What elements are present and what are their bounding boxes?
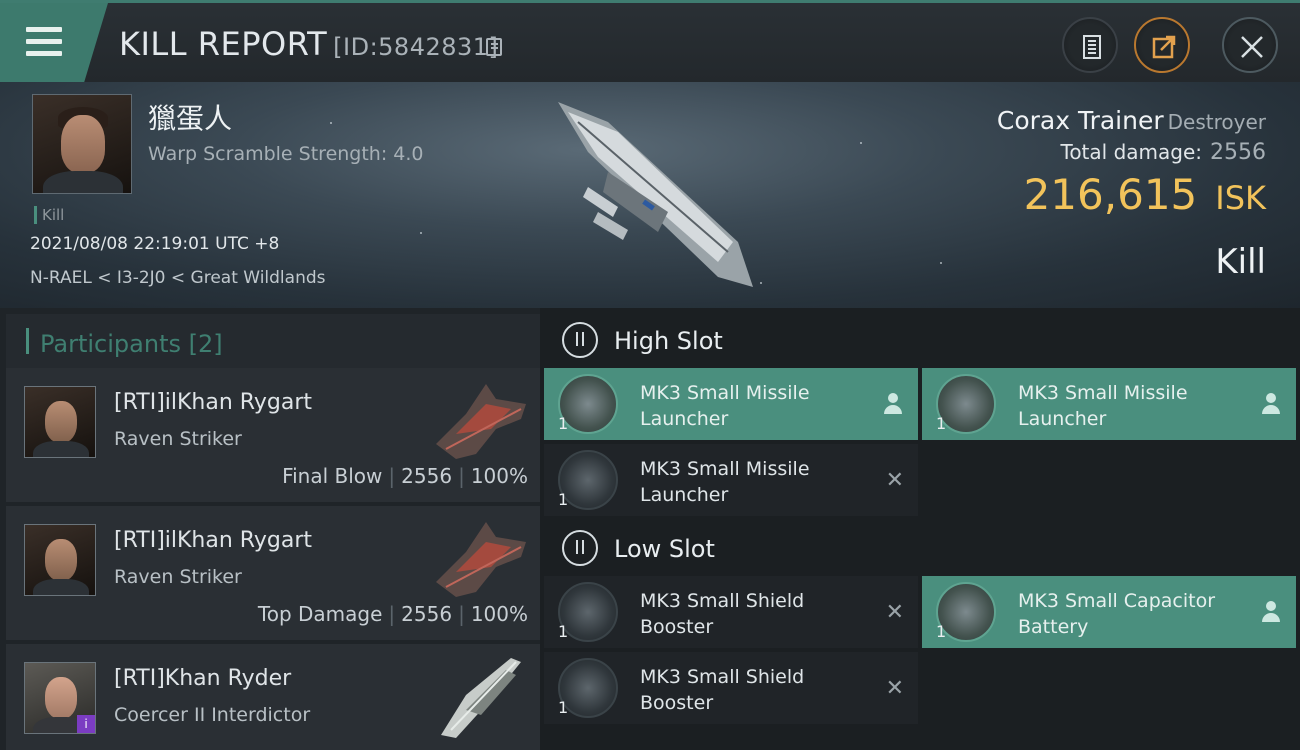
close-icon (1241, 36, 1263, 58)
module-item[interactable]: 1 MK3 Small Missile Launcher ✕ (544, 444, 918, 516)
participant-card[interactable]: [RTI]ilKhan Rygart Raven Striker Top Dam… (6, 506, 540, 640)
person-icon (1262, 393, 1280, 415)
fitting-panel: High Slot 1 MK3 Small Missile Launcher 1… (540, 308, 1300, 750)
kill-tag: Kill (34, 206, 64, 224)
ship-class: Destroyer (1167, 110, 1266, 134)
module-qty: 1 (936, 622, 947, 641)
module-qty: 1 (558, 490, 569, 509)
low-slot-label: Low Slot (614, 535, 715, 563)
module-qty: 1 (558, 698, 569, 717)
kill-summary-panel: 獵蛋人 Warp Scramble Strength: 4.0 Kill 202… (0, 82, 1300, 308)
victim-ship-image (558, 102, 753, 287)
participant-stats: Top Damage | 2556 | 100% (257, 602, 528, 626)
module-qty: 1 (558, 414, 569, 433)
high-slot-icon (562, 322, 598, 358)
menu-icon-bar (26, 39, 62, 44)
participant-ship-image (436, 384, 526, 459)
victim-portrait[interactable] (32, 94, 132, 194)
participant-ship: Raven Striker (114, 566, 242, 588)
kill-result: Kill (1215, 242, 1266, 282)
module-item[interactable]: 1 MK3 Small Shield Booster ✕ (544, 652, 918, 724)
participant-avatar[interactable] (24, 524, 96, 596)
info-badge-icon: i (77, 715, 95, 733)
module-name: MK3 Small Shield Booster (640, 590, 805, 638)
share-button[interactable] (1134, 17, 1190, 73)
total-damage-value: 2556 (1210, 140, 1266, 165)
low-slot-icon (562, 530, 598, 566)
participant-avatar[interactable]: i (24, 662, 96, 734)
module-name: MK3 Small Missile Launcher (1018, 382, 1188, 430)
top-bar: KILL REPORT [ID:5842831] (0, 0, 1300, 82)
high-slot-header: High Slot (544, 310, 1296, 370)
participant-card[interactable]: [RTI]ilKhan Rygart Raven Striker Final B… (6, 368, 540, 502)
participant-ship-image (436, 522, 526, 597)
title-text: KILL REPORT (119, 25, 328, 63)
participant-name: [RTI]ilKhan Rygart (114, 390, 313, 415)
x-icon: ✕ (885, 468, 904, 493)
participant-tag: Top Damage (257, 602, 383, 626)
module-item[interactable]: 1 MK3 Small Shield Booster ✕ (544, 576, 918, 648)
close-button[interactable] (1222, 17, 1278, 73)
warp-scramble-strength: Warp Scramble Strength: 4.0 (148, 143, 424, 165)
participant-tag: Final Blow (282, 464, 383, 488)
kill-datetime: 2021/08/08 22:19:01 UTC +8 (30, 234, 280, 254)
person-icon (1262, 601, 1280, 623)
document-button[interactable] (1062, 17, 1118, 73)
participant-ship: Coercer II Interdictor (114, 704, 311, 726)
participant-ship: Raven Striker (114, 428, 242, 450)
low-slot-header: Low Slot (544, 518, 1296, 578)
x-icon: ✕ (885, 676, 904, 701)
isk-amount: 216,615 (1023, 170, 1198, 219)
total-damage-label: Total damage: (1060, 140, 1203, 164)
module-qty: 1 (936, 414, 947, 433)
page-title: KILL REPORT [ID:5842831] (119, 25, 498, 63)
module-name: MK3 Small Capacitor Battery (1018, 590, 1216, 638)
participants-panel: Participants [2] [RTI]ilKhan Rygart Rave… (0, 308, 540, 750)
participant-ship-image (441, 658, 521, 738)
isk-unit: ISK (1215, 179, 1266, 217)
participant-card[interactable]: i [RTI]Khan Ryder Coercer II Interdictor (6, 644, 540, 750)
victim-ship[interactable]: Corax Trainer Destroyer (997, 106, 1266, 135)
module-name: MK3 Small Missile Launcher (640, 382, 810, 430)
module-name: MK3 Small Missile Launcher (640, 458, 810, 506)
document-icon (1083, 35, 1101, 59)
module-name: MK3 Small Shield Booster (640, 666, 805, 714)
victim-name[interactable]: 獵蛋人 (148, 97, 232, 137)
report-id: [ID:5842831] (333, 33, 499, 61)
share-icon (1152, 35, 1176, 59)
participant-avatar[interactable] (24, 386, 96, 458)
isk-value: 216,615 ISK (1024, 170, 1266, 219)
module-item[interactable]: 1 MK3 Small Missile Launcher (544, 368, 918, 440)
participant-name: [RTI]ilKhan Rygart (114, 528, 313, 553)
ship-name: Corax Trainer (996, 106, 1164, 135)
menu-icon-bar (26, 51, 62, 56)
copy-icon[interactable] (486, 38, 502, 56)
participants-title: Participants [2] (40, 330, 223, 358)
total-damage: Total damage: 2556 (1061, 140, 1267, 165)
module-item[interactable]: 1 MK3 Small Missile Launcher (922, 368, 1296, 440)
kill-location[interactable]: N-RAEL < I3-2J0 < Great Wildlands (30, 268, 326, 288)
participant-stats: Final Blow | 2556 | 100% (282, 464, 528, 488)
section-marker (26, 328, 29, 354)
participant-damage: 2556 (401, 464, 453, 488)
participants-header: Participants [2] (6, 314, 540, 370)
participant-percent: 100% (470, 602, 528, 626)
person-icon (884, 393, 902, 415)
participant-percent: 100% (470, 464, 528, 488)
participant-name: [RTI]Khan Ryder (114, 666, 292, 691)
module-item[interactable]: 1 MK3 Small Capacitor Battery (922, 576, 1296, 648)
high-slot-label: High Slot (614, 327, 723, 355)
participant-damage: 2556 (401, 602, 453, 626)
menu-icon (26, 27, 62, 32)
module-qty: 1 (558, 622, 569, 641)
menu-button[interactable] (0, 3, 108, 82)
x-icon: ✕ (885, 600, 904, 625)
